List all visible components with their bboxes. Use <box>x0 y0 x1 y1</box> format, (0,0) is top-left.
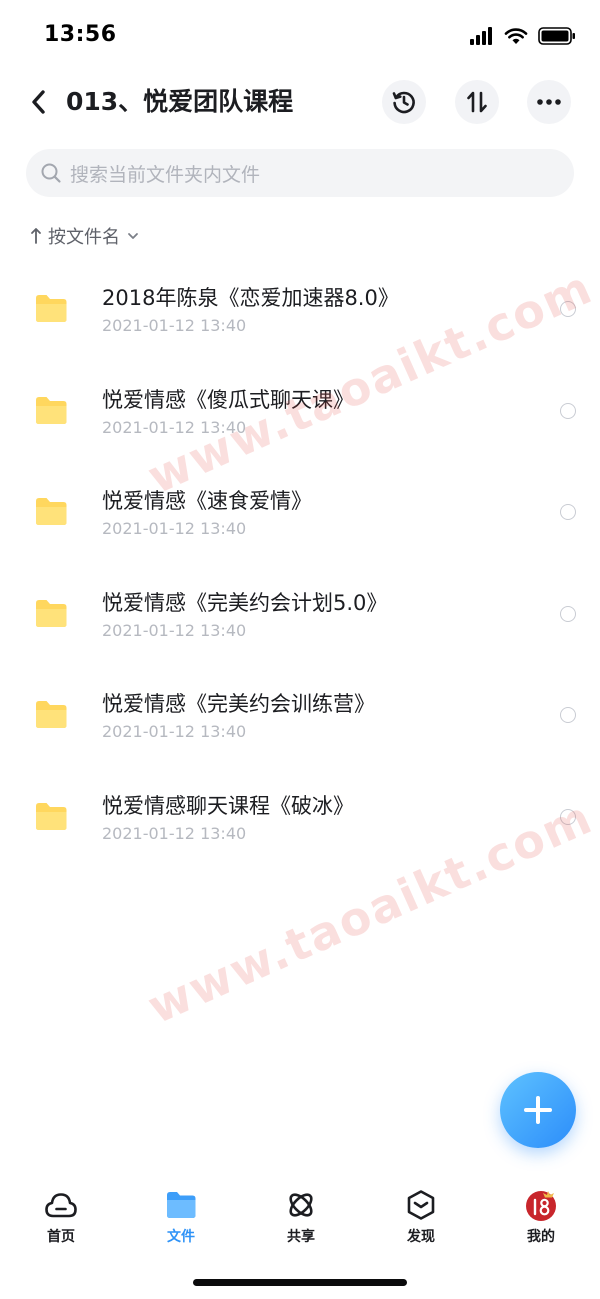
tab-share[interactable]: 共享 <box>261 1180 341 1250</box>
file-name: 悦爱情感《完美约会计划5.0》 <box>102 590 388 615</box>
file-date: 2021-01-12 13:40 <box>102 620 247 640</box>
file-name: 悦爱情感《傻瓜式聊天课》 <box>102 387 354 412</box>
folder-icon <box>167 1192 196 1218</box>
tab-bar: 首页 文件 共享 发现 我的 <box>0 1180 600 1250</box>
history-button[interactable] <box>382 80 426 124</box>
home-indicator <box>193 1279 407 1286</box>
tab-files[interactable]: 文件 <box>141 1180 221 1250</box>
file-name: 2018年陈泉《恋爱加速器8.0》 <box>102 286 399 310</box>
cellular-signal-icon <box>470 27 492 45</box>
tab-label: 发现 <box>407 1229 435 1245</box>
tab-home[interactable]: 首页 <box>21 1180 101 1250</box>
list-item[interactable]: 悦爱情感聊天课程《破冰》 2021-01-12 13:40 <box>0 770 600 872</box>
folder-icon <box>36 802 67 830</box>
file-date: 2021-01-12 13:40 <box>102 417 247 437</box>
file-list: 2018年陈泉《恋爱加速器8.0》 2021-01-12 13:40 悦爱情感《… <box>0 262 600 872</box>
chevron-left-icon <box>32 90 45 114</box>
select-checkbox[interactable] <box>560 808 576 825</box>
file-date: 2021-01-12 13:40 <box>102 722 247 742</box>
select-checkbox[interactable] <box>560 504 576 521</box>
header: 013、悦爱团队课程 <box>0 74 600 130</box>
orbit-share-icon <box>289 1193 313 1217</box>
search-input[interactable]: 搜索当前文件夹内文件 <box>26 149 574 197</box>
search-placeholder: 搜索当前文件夹内文件 <box>70 163 261 186</box>
list-item[interactable]: 悦爱情感《完美约会训练营》 2021-01-12 13:40 <box>0 668 600 770</box>
sort-arrows-icon <box>467 91 487 113</box>
folder-icon <box>36 701 67 729</box>
hexagon-discover-icon <box>407 1190 435 1220</box>
folder-icon <box>36 295 67 322</box>
tab-mine[interactable]: 我的 <box>501 1180 581 1250</box>
tab-discover[interactable]: 发现 <box>381 1180 461 1250</box>
status-bar: 13:56 <box>0 0 600 72</box>
tab-label: 文件 <box>167 1229 195 1245</box>
chevron-down-icon <box>128 233 138 239</box>
add-button[interactable] <box>500 1072 576 1148</box>
file-name: 悦爱情感《完美约会训练营》 <box>102 692 375 717</box>
history-clock-icon <box>392 91 415 114</box>
select-checkbox[interactable] <box>560 707 576 724</box>
folder-icon <box>36 396 67 424</box>
file-date: 2021-01-12 13:40 <box>102 823 247 843</box>
search-icon <box>41 163 61 183</box>
sort-button[interactable] <box>455 80 499 124</box>
status-icons <box>470 24 576 48</box>
status-time: 13:56 <box>44 22 117 47</box>
sort-by-name-selector[interactable]: 按文件名 <box>30 222 140 250</box>
page-title: 013、悦爱团队课程 <box>66 87 294 116</box>
select-checkbox[interactable] <box>560 301 576 317</box>
list-item[interactable]: 悦爱情感《傻瓜式聊天课》 2021-01-12 13:40 <box>0 364 600 466</box>
list-item[interactable]: 悦爱情感《完美约会计划5.0》 2021-01-12 13:40 <box>0 567 600 669</box>
file-name: 悦爱情感《速食爱情》 <box>102 489 312 514</box>
folder-icon <box>36 599 67 627</box>
tab-label: 共享 <box>287 1229 315 1245</box>
cloud-home-icon <box>45 1193 77 1218</box>
tab-label: 我的 <box>527 1229 555 1245</box>
file-date: 2021-01-12 13:40 <box>102 316 247 335</box>
list-item[interactable]: 悦爱情感《速食爱情》 2021-01-12 13:40 <box>0 465 600 567</box>
tab-label: 首页 <box>47 1229 75 1245</box>
back-button[interactable] <box>22 84 54 120</box>
more-dots-icon <box>537 99 561 105</box>
select-checkbox[interactable] <box>560 402 576 419</box>
select-checkbox[interactable] <box>560 605 576 622</box>
folder-icon <box>36 498 67 526</box>
wifi-icon <box>504 28 528 44</box>
avatar-icon <box>526 1191 556 1221</box>
list-item[interactable]: 2018年陈泉《恋爱加速器8.0》 2021-01-12 13:40 <box>0 262 600 364</box>
file-date: 2021-01-12 13:40 <box>102 519 247 539</box>
more-button[interactable] <box>527 80 571 124</box>
file-name: 悦爱情感聊天课程《破冰》 <box>102 793 354 818</box>
arrow-up-icon <box>31 228 41 244</box>
plus-icon <box>524 1096 552 1124</box>
battery-icon <box>538 27 575 45</box>
sort-label: 按文件名 <box>48 227 120 248</box>
